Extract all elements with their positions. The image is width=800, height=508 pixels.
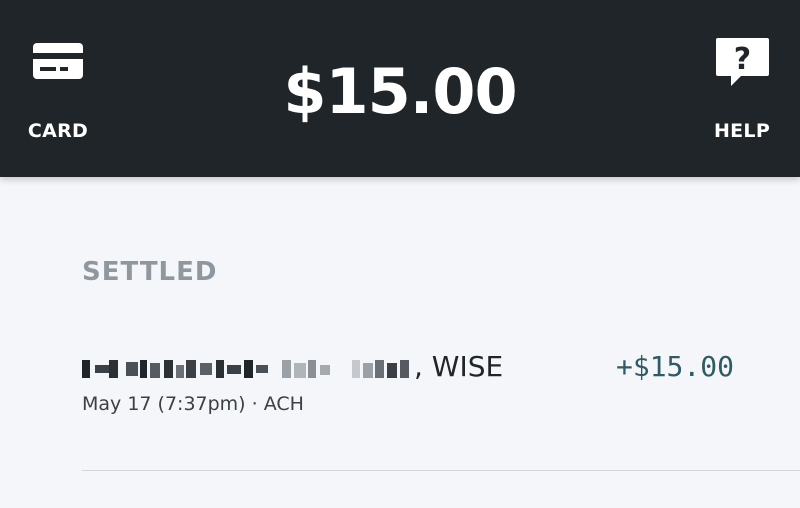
transaction-amount: +$15.00 xyxy=(615,350,734,383)
svg-text:?: ? xyxy=(734,42,751,77)
transaction-meta: May 17 (7:37pm) · ACH xyxy=(82,393,304,415)
transaction-name-suffix: , WISE xyxy=(414,350,504,383)
section-title-settled: SETTLED xyxy=(82,257,218,287)
help-label: HELP xyxy=(713,120,771,142)
redacted-sender-name xyxy=(82,360,409,378)
transactions-list: SETTLED , WISE +$15.00 May 17 (7:37pm) ·… xyxy=(0,177,800,508)
app-header: CARD $15.00 ? HELP xyxy=(0,0,800,177)
account-balance: $15.00 xyxy=(283,55,517,128)
transaction-row[interactable]: , WISE +$15.00 May 17 (7:37pm) · ACH xyxy=(82,345,800,471)
question-bubble-icon: ? xyxy=(716,38,769,86)
divider xyxy=(82,470,800,471)
help-button[interactable]: ? HELP xyxy=(697,36,787,156)
